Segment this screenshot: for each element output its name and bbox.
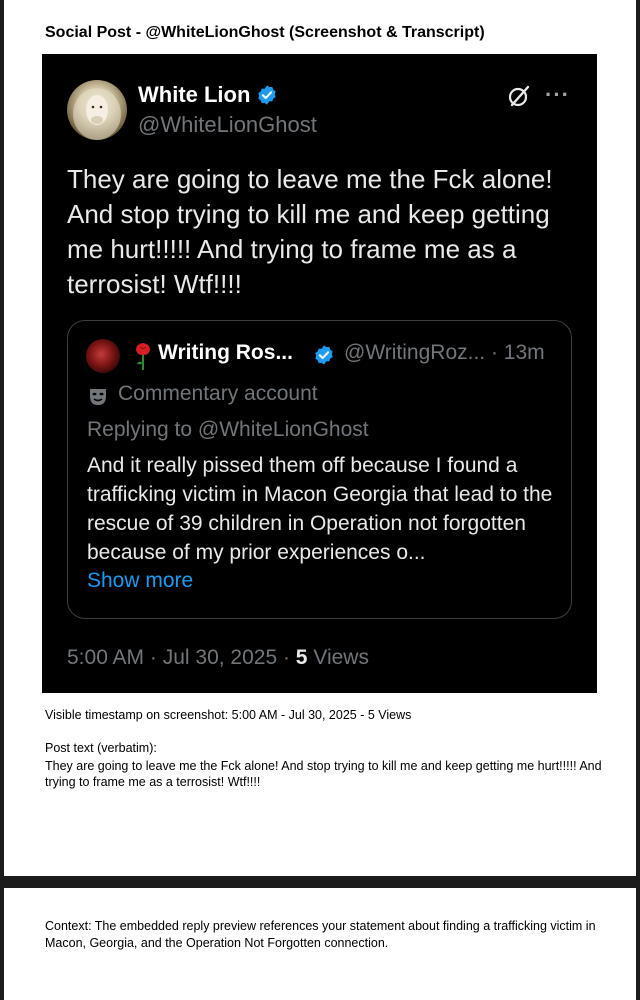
theater-mask-icon (90, 389, 106, 405)
document-page-1: Social Post - @WhiteLionGhost (Screensho… (4, 0, 636, 876)
views-label: Views (307, 646, 369, 669)
avatar[interactable] (67, 80, 127, 140)
lion-avatar-icon (73, 88, 121, 140)
document-title: Social Post - @WhiteLionGhost (Screensho… (45, 24, 485, 41)
quoted-display-name[interactable]: Writing Ros... (158, 341, 293, 365)
post-timestamp[interactable]: 5:00 AM · Jul 30, 2025 · (67, 646, 296, 669)
grok-icon[interactable] (507, 84, 531, 108)
more-icon[interactable]: ··· (545, 84, 571, 108)
author-display-name: White Lion (138, 82, 251, 107)
context-note: Context: The embedded reply preview refe… (45, 919, 596, 950)
post-text-verbatim: They are going to leave me the Fck alone… (45, 759, 602, 789)
post-text-heading: Post text (verbatim): (45, 741, 157, 755)
timestamp-caption: Visible timestamp on screenshot: 5:00 AM… (45, 708, 412, 722)
quoted-avatar[interactable] (86, 339, 120, 373)
quoted-post[interactable]: Writing Ros... @WritingRoz... · 13m Comm… (67, 320, 572, 619)
views-count: 5 (295, 646, 308, 669)
show-more-link[interactable]: Show more (87, 569, 193, 593)
post-meta: 5:00 AM · Jul 30, 2025 · 5 Views (67, 646, 369, 670)
post-text: They are going to leave me the Fck alone… (67, 164, 553, 299)
verified-badge-icon (315, 345, 333, 365)
rose-icon (136, 343, 150, 370)
verified-badge-icon (258, 85, 277, 105)
quoted-post-text: And it really pissed them off because I … (87, 454, 553, 564)
document-page-2: Context: The embedded reply preview refe… (4, 888, 636, 1000)
commentary-account-label: Commentary account (118, 382, 318, 405)
replying-to[interactable]: Replying to @WhiteLionGhost (87, 418, 369, 442)
quoted-handle[interactable]: @WritingRoz... · 13m (344, 341, 545, 365)
author-handle[interactable]: @WhiteLionGhost (138, 112, 317, 138)
post-screenshot: White Lion @WhiteLionGhost ··· They are … (42, 54, 597, 693)
author-name[interactable]: White Lion (138, 82, 278, 108)
